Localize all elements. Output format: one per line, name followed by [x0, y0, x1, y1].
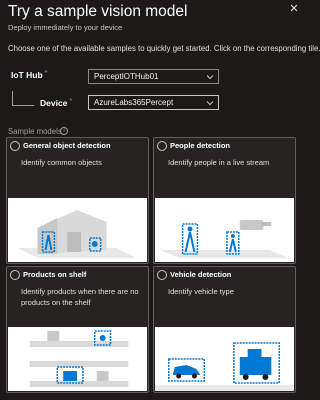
- tile-description: Identify vehicle type: [168, 287, 234, 296]
- tile-general-object-detection[interactable]: General object detection Identify common…: [6, 137, 149, 264]
- panel-header: Try a sample vision model Deploy immedia…: [8, 2, 300, 33]
- radio-button[interactable]: [10, 270, 20, 280]
- iot-hub-label-text: IoT Hub: [11, 70, 43, 80]
- panel-subtitle: Deploy immediately to your device: [8, 23, 123, 32]
- tile-description: Identify products when there are no prod…: [21, 287, 139, 307]
- tile-people-detection[interactable]: People detection Identify people in a li…: [153, 137, 296, 264]
- tile-title: People detection: [170, 141, 231, 150]
- hierarchy-connector: [12, 91, 34, 106]
- house-illustration: [8, 198, 147, 262]
- shelf-illustration: [8, 327, 147, 391]
- tile-title: Products on shelf: [23, 270, 87, 279]
- device-label: Device *: [40, 98, 72, 108]
- device-label-text: Device: [40, 98, 68, 108]
- panel-title: Try a sample vision model: [8, 3, 188, 20]
- tile-vehicle-detection[interactable]: Vehicle detection Identify vehicle type: [153, 266, 296, 393]
- people-camera-illustration: [155, 198, 294, 262]
- sample-models-label: Sample models: [8, 127, 62, 136]
- chevron-down-icon: [206, 75, 214, 80]
- close-icon[interactable]: ✕: [289, 4, 299, 15]
- intro-text: Choose one of the available samples to q…: [8, 44, 320, 53]
- radio-button[interactable]: [157, 270, 167, 280]
- device-dropdown[interactable]: AzureLabs365Percept: [88, 95, 219, 110]
- vehicle-illustration: [155, 327, 294, 391]
- radio-button[interactable]: [157, 141, 167, 151]
- tile-title: General object detection: [23, 141, 111, 150]
- iot-hub-dropdown[interactable]: PerceptIOTHub01: [88, 69, 219, 84]
- info-icon[interactable]: i: [60, 127, 68, 135]
- tile-products-on-shelf[interactable]: Products on shelf Identify products when…: [6, 266, 149, 393]
- required-marker: *: [69, 98, 73, 105]
- tile-description: Identify people in a live stream: [168, 158, 270, 167]
- device-value: AzureLabs365Percept: [94, 98, 174, 107]
- radio-button[interactable]: [10, 141, 20, 151]
- tile-description: Identify common objects: [21, 158, 102, 167]
- required-marker: *: [44, 70, 48, 77]
- iot-hub-value: PerceptIOTHub01: [94, 72, 159, 81]
- tile-title: Vehicle detection: [170, 270, 232, 279]
- chevron-down-icon: [206, 101, 214, 106]
- iot-hub-label: IoT Hub *: [11, 70, 47, 80]
